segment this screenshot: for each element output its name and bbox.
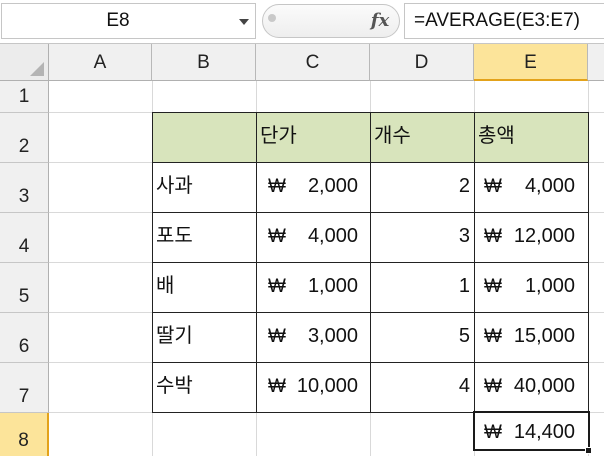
won-symbol: ₩ <box>484 421 502 443</box>
insert-function-button[interactable]: fx <box>368 8 392 34</box>
name-box-dropdown-icon[interactable] <box>239 19 249 25</box>
row-header-7[interactable]: 7 <box>0 363 49 413</box>
item-name-cell[interactable]: 포도 <box>156 226 193 246</box>
column-header-c[interactable]: C <box>256 44 370 81</box>
row-header-label: 7 <box>18 386 30 407</box>
table-border <box>474 112 475 413</box>
formula-bar: E8 fx =AVERAGE(E3:E7) <box>0 0 604 44</box>
row-header-6[interactable]: 6 <box>0 313 49 363</box>
total-cell[interactable]: ₩ 12,000 <box>484 226 575 246</box>
price-cell[interactable]: ₩ 2,000 <box>268 176 358 196</box>
total-cell[interactable]: ₩ 4,000 <box>484 176 575 196</box>
row-header-label: 3 <box>18 186 30 207</box>
total-value: 1,000 <box>524 275 575 297</box>
won-symbol: ₩ <box>484 275 502 297</box>
price-cell[interactable]: ₩ 3,000 <box>268 326 358 346</box>
count-cell[interactable]: 2 <box>370 176 470 196</box>
select-all-icon <box>30 62 44 76</box>
total-value: 40,000 <box>513 375 575 397</box>
total-cell[interactable]: ₩ 40,000 <box>484 376 575 396</box>
total-cell[interactable]: ₩ 15,000 <box>484 326 575 346</box>
column-header-a[interactable]: A <box>49 44 152 81</box>
row-header-8[interactable]: 8 <box>0 413 49 456</box>
item-name-cell[interactable]: 사과 <box>156 176 193 196</box>
total-value: 12,000 <box>513 225 575 247</box>
won-symbol: ₩ <box>268 375 286 397</box>
total-cell[interactable]: ₩ 1,000 <box>484 276 575 296</box>
column-header-e[interactable]: E <box>474 44 588 81</box>
won-symbol: ₩ <box>268 325 286 347</box>
row-header-label: 1 <box>18 86 30 107</box>
row-header-label: 4 <box>18 236 30 257</box>
item-name-cell[interactable]: 수박 <box>156 376 193 396</box>
row-header-4[interactable]: 4 <box>0 213 49 263</box>
count-cell[interactable]: 4 <box>370 376 470 396</box>
row-header-label: 2 <box>18 136 30 157</box>
row-header-2[interactable]: 2 <box>0 113 49 163</box>
fill-handle[interactable] <box>585 447 592 454</box>
column-header-b[interactable]: B <box>152 44 256 81</box>
name-box-value: E8 <box>106 10 130 31</box>
table-border <box>370 112 371 413</box>
count-cell[interactable]: 5 <box>370 326 470 346</box>
won-symbol: ₩ <box>268 225 286 247</box>
column-header-d[interactable]: D <box>370 44 474 81</box>
row-header-label: 6 <box>18 336 30 357</box>
price-value: 10,000 <box>296 375 358 397</box>
name-box[interactable]: E8 <box>1 3 256 39</box>
row-header-5[interactable]: 5 <box>0 263 49 313</box>
price-cell[interactable]: ₩ 4,000 <box>268 226 358 246</box>
table-border <box>256 112 257 413</box>
table-border <box>152 112 153 413</box>
average-value: 14,400 <box>513 421 575 443</box>
item-name-cell[interactable]: 딸기 <box>156 326 193 346</box>
header-cell-price[interactable]: 단가 <box>260 126 297 146</box>
header-cell-count[interactable]: 개수 <box>374 126 411 146</box>
total-value: 15,000 <box>513 325 575 347</box>
average-cell[interactable]: ₩ 14,400 <box>484 422 575 442</box>
count-cell[interactable]: 1 <box>370 276 470 296</box>
row-header-1[interactable]: 1 <box>0 81 49 113</box>
won-symbol: ₩ <box>484 225 502 247</box>
total-value: 4,000 <box>524 175 575 197</box>
price-value: 4,000 <box>307 225 358 247</box>
won-symbol: ₩ <box>268 275 286 297</box>
count-cell[interactable]: 3 <box>370 226 470 246</box>
table-border <box>588 112 589 413</box>
formula-input[interactable]: =AVERAGE(E3:E7) <box>404 3 604 39</box>
header-cell-total[interactable]: 총액 <box>478 126 515 146</box>
row-header-label: 5 <box>18 286 30 307</box>
won-symbol: ₩ <box>484 375 502 397</box>
price-cell[interactable]: ₩ 10,000 <box>268 376 358 396</box>
price-cell[interactable]: ₩ 1,000 <box>268 276 358 296</box>
select-all-button[interactable] <box>0 44 49 81</box>
won-symbol: ₩ <box>484 175 502 197</box>
price-value: 1,000 <box>307 275 358 297</box>
item-name-cell[interactable]: 배 <box>156 276 174 296</box>
won-symbol: ₩ <box>484 325 502 347</box>
column-header-f[interactable] <box>588 44 604 81</box>
row-header-label: 8 <box>18 430 29 451</box>
price-value: 3,000 <box>307 325 358 347</box>
price-value: 2,000 <box>307 175 358 197</box>
row-header-3[interactable]: 3 <box>0 163 49 213</box>
won-symbol: ₩ <box>268 175 286 197</box>
expand-handle-icon[interactable] <box>268 14 276 22</box>
